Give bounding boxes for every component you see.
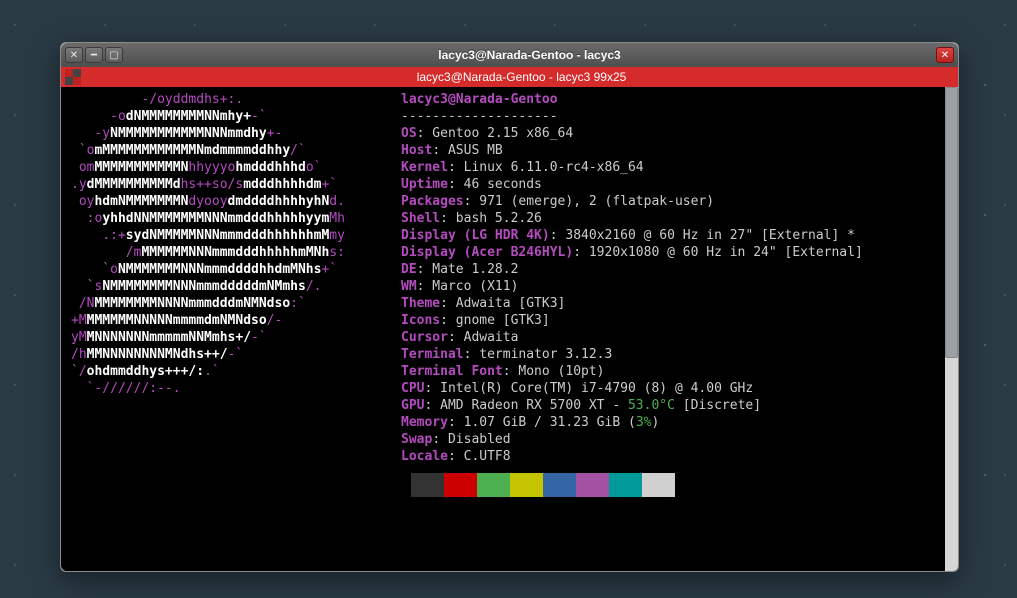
color-swatch <box>543 473 576 497</box>
color-swatch <box>609 473 642 497</box>
color-swatch <box>642 473 675 497</box>
maximize-button[interactable]: ▢ <box>105 47 123 63</box>
window-titlebar[interactable]: ✕ ━ ▢ lacyc3@Narada-Gentoo - lacyc3 ✕ <box>61 43 958 67</box>
window-controls: ✕ ━ ▢ <box>65 47 123 63</box>
close-button[interactable]: ✕ <box>65 47 83 63</box>
terminal-area-wrap: -/oyddmdhs+:. -odNMMMMMMMMNNmhy+-` -yNMM… <box>61 87 958 571</box>
terminal-window: ✕ ━ ▢ lacyc3@Narada-Gentoo - lacyc3 ✕ la… <box>60 42 959 572</box>
color-swatch <box>510 473 543 497</box>
app-close-button[interactable]: ✕ <box>936 47 954 63</box>
terminator-tabbar[interactable]: lacyc3@Narada-Gentoo - lacyc3 99x25 <box>61 67 958 87</box>
ascii-logo: -/oyddmdhs+:. -odNMMMMMMMMNNmhy+-` -yNMM… <box>71 91 401 465</box>
minimize-button[interactable]: ━ <box>85 47 103 63</box>
window-client: lacyc3@Narada-Gentoo - lacyc3 99x25 -/oy… <box>61 67 958 571</box>
window-title: lacyc3@Narada-Gentoo - lacyc3 <box>123 48 936 62</box>
terminator-icon <box>65 69 81 85</box>
color-swatch <box>477 473 510 497</box>
color-swatches <box>411 473 675 497</box>
color-swatch <box>576 473 609 497</box>
scrollbar-thumb[interactable] <box>945 87 958 358</box>
terminal-output[interactable]: -/oyddmdhs+:. -odNMMMMMMMMNNmhy+-` -yNMM… <box>61 87 945 571</box>
system-info: lacyc3@Narada-Gentoo -------------------… <box>401 91 939 465</box>
vertical-scrollbar[interactable] <box>945 87 958 571</box>
color-swatch <box>444 473 477 497</box>
color-swatch <box>411 473 444 497</box>
tab-title: lacyc3@Narada-Gentoo - lacyc3 99x25 <box>85 70 958 84</box>
